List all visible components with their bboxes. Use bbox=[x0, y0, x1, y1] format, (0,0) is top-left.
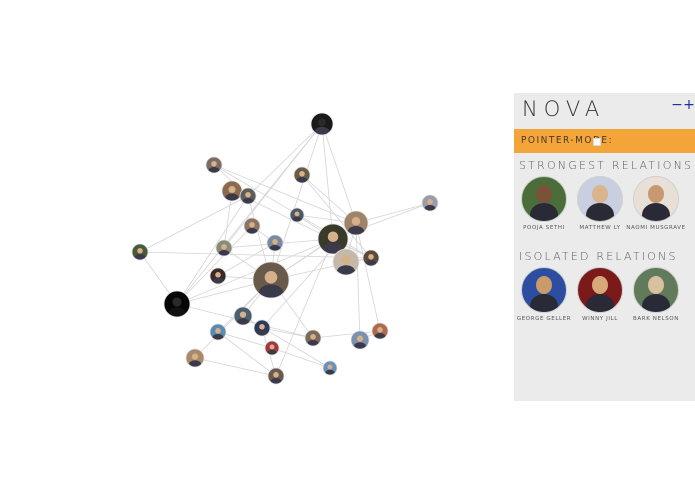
pointer-mode-bar: POINTER-MODE: bbox=[514, 129, 695, 153]
graph-node-photo[interactable] bbox=[371, 322, 389, 341]
graph-edge bbox=[176, 225, 253, 305]
relation-name: NAOMI MUSGRAVE bbox=[626, 225, 686, 231]
graph-node-photo[interactable] bbox=[163, 290, 191, 320]
graph-edge bbox=[176, 195, 249, 305]
graph-node-photo[interactable] bbox=[421, 194, 439, 213]
relation-name: WINNY JILL bbox=[582, 316, 618, 322]
graph-nodes bbox=[131, 112, 439, 386]
graph-node-photo[interactable] bbox=[304, 329, 322, 348]
graph-node-photo[interactable] bbox=[264, 340, 280, 357]
graph-node-photo[interactable] bbox=[221, 180, 243, 204]
avatar bbox=[577, 176, 623, 222]
strongest-relations-title: STRONGEST RELATIONS bbox=[519, 159, 694, 172]
graph-node-photo[interactable] bbox=[332, 248, 360, 278]
graph-edges bbox=[139, 123, 431, 377]
side-panel: NOVA − + POINTER-MODE: STRONGEST RELATIO… bbox=[514, 93, 695, 401]
graph-edge bbox=[321, 123, 334, 240]
app-title: NOVA bbox=[522, 97, 606, 121]
graph-node-photo[interactable] bbox=[215, 239, 233, 258]
graph-edge bbox=[312, 330, 381, 339]
graph-node-photo[interactable] bbox=[233, 306, 253, 327]
app-stage: NOVA − + POINTER-MODE: STRONGEST RELATIO… bbox=[0, 0, 695, 494]
relation-name: GEORGE GELLER bbox=[516, 316, 572, 322]
graph-edge bbox=[355, 222, 361, 341]
graph-node-photo[interactable] bbox=[185, 348, 205, 369]
graph-node-photo[interactable] bbox=[350, 330, 370, 351]
avatar bbox=[577, 267, 623, 313]
graph-node-photo[interactable] bbox=[322, 360, 338, 377]
relation-card[interactable]: POOJA SETHI bbox=[514, 176, 574, 231]
graph-edge bbox=[139, 195, 249, 253]
avatar bbox=[521, 267, 567, 313]
avatar bbox=[521, 176, 567, 222]
relation-card[interactable]: BARK NELSON bbox=[626, 267, 686, 322]
graph-edge bbox=[355, 222, 381, 332]
relation-card[interactable]: NAOMI MUSGRAVE bbox=[626, 176, 686, 231]
pointer-mode-checkbox[interactable] bbox=[593, 138, 601, 146]
graph-node-photo[interactable] bbox=[289, 207, 305, 224]
avatar bbox=[633, 267, 679, 313]
avatar bbox=[633, 176, 679, 222]
graph-node-photo[interactable] bbox=[267, 367, 285, 386]
relation-name: BARK NELSON bbox=[633, 316, 679, 322]
graph-node-photo[interactable] bbox=[209, 323, 227, 342]
graph-node-photo[interactable] bbox=[253, 319, 271, 338]
graph-node-photo[interactable] bbox=[243, 217, 261, 236]
relation-name: MATTHEW LY bbox=[579, 225, 621, 231]
relation-card[interactable]: WINNY JILL bbox=[570, 267, 630, 322]
graph-node-photo[interactable] bbox=[209, 267, 227, 286]
isolated-relations-title: ISOLATED RELATIONS bbox=[519, 250, 678, 263]
zoom-out-button[interactable]: − bbox=[671, 97, 683, 113]
graph-node-photo[interactable] bbox=[239, 187, 257, 206]
relation-name: POOJA SETHI bbox=[523, 225, 565, 231]
zoom-in-button[interactable]: + bbox=[683, 97, 695, 113]
relation-card[interactable]: MATTHEW LY bbox=[570, 176, 630, 231]
relationship-graph[interactable] bbox=[0, 0, 514, 494]
graph-node-photo[interactable] bbox=[205, 156, 223, 175]
relation-card[interactable]: GEORGE GELLER bbox=[514, 267, 574, 322]
